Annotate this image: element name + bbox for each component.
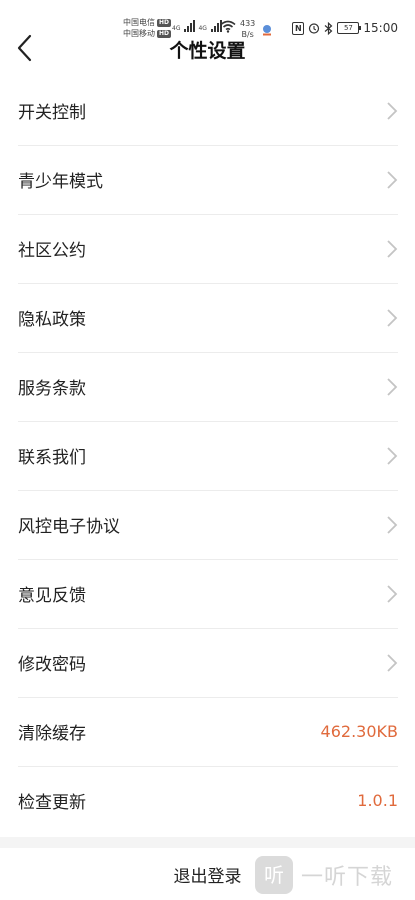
network-speed-value: 433 xyxy=(240,19,256,28)
watermark-text: 一听下载 xyxy=(301,865,394,890)
chevron-right-icon xyxy=(387,308,398,327)
nfc-icon: N xyxy=(292,21,305,35)
menu-item-label: 社区公约 xyxy=(18,241,86,261)
page-title: 个性设置 xyxy=(169,40,246,62)
bluetooth-icon xyxy=(325,21,333,35)
chevron-right-icon xyxy=(387,101,398,120)
menu-item-label: 检查更新 xyxy=(18,793,86,813)
watermark-logo: 听 xyxy=(255,856,293,894)
menu-item-label: 服务条款 xyxy=(18,379,86,399)
cache-size-value: 462.30KB xyxy=(320,722,398,741)
hd-badge: HD xyxy=(157,18,172,27)
menu-item-change-password[interactable]: 修改密码 xyxy=(0,628,415,697)
app-version-value: 1.0.1 xyxy=(357,791,398,810)
watermark: 听 一听下载 xyxy=(255,856,393,894)
menu-item-label: 风控电子协议 xyxy=(18,517,120,537)
alarm-icon xyxy=(309,23,320,34)
signal-strength-icon xyxy=(184,20,196,32)
chevron-right-icon xyxy=(387,653,398,672)
network-type-label: 4G xyxy=(172,25,181,32)
notification-app-icon xyxy=(263,25,271,36)
menu-item-clear-cache[interactable]: 清除缓存 462.30KB xyxy=(0,697,415,766)
menu-item-community-rules[interactable]: 社区公约 xyxy=(0,214,415,283)
chevron-right-icon xyxy=(387,170,398,189)
chevron-right-icon xyxy=(387,584,398,603)
chevron-right-icon xyxy=(387,515,398,534)
menu-item-label: 修改密码 xyxy=(18,655,86,675)
menu-item-label: 意见反馈 xyxy=(18,586,86,606)
menu-item-switch-control[interactable]: 开关控制 xyxy=(0,76,415,145)
menu-item-privacy-policy[interactable]: 隐私政策 xyxy=(0,283,415,352)
menu-item-label: 隐私政策 xyxy=(18,310,86,330)
menu-item-label: 青少年模式 xyxy=(18,172,103,192)
menu-item-risk-agreement[interactable]: 风控电子协议 xyxy=(0,490,415,559)
settings-menu-list: 开关控制 青少年模式 社区公约 隐私政策 服务条款 联系我们 风控电子协议 意见… xyxy=(0,76,415,835)
chevron-right-icon xyxy=(387,446,398,465)
logout-label: 退出登录 xyxy=(173,866,242,887)
carrier-1-label: 中国电信 xyxy=(123,18,155,27)
menu-item-check-update[interactable]: 检查更新 1.0.1 xyxy=(0,766,415,835)
wifi-icon xyxy=(220,20,236,33)
battery-icon: 57 xyxy=(337,22,362,34)
status-right-group: N 57 15:00 xyxy=(292,21,398,35)
signal-indicators: 4G 4G xyxy=(172,20,222,32)
menu-item-feedback[interactable]: 意见反馈 xyxy=(0,559,415,628)
menu-item-terms-of-service[interactable]: 服务条款 xyxy=(0,352,415,421)
battery-level: 57 xyxy=(343,24,353,32)
chevron-right-icon xyxy=(387,377,398,396)
network-type-label: 4G xyxy=(198,25,207,32)
menu-item-teen-mode[interactable]: 青少年模式 xyxy=(0,145,415,214)
section-divider xyxy=(0,837,415,848)
menu-item-label: 联系我们 xyxy=(18,448,86,468)
menu-item-label: 清除缓存 xyxy=(18,724,86,744)
clock-time: 15:00 xyxy=(363,21,398,35)
menu-item-label: 开关控制 xyxy=(18,103,86,123)
menu-item-contact-us[interactable]: 联系我们 xyxy=(0,421,415,490)
chevron-right-icon xyxy=(387,239,398,258)
